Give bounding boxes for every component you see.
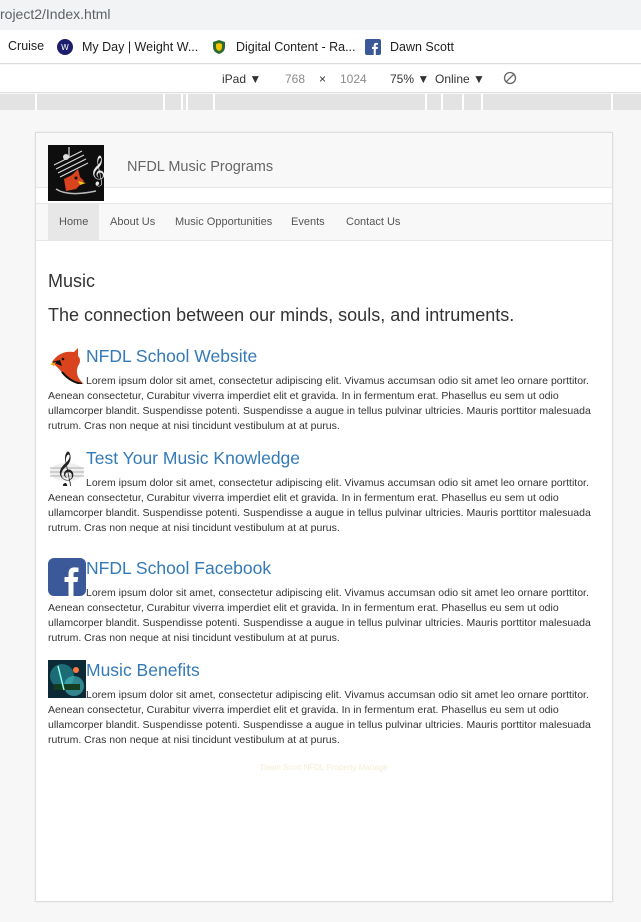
- main-navigation: Home About Us Music Opportunities Events…: [36, 203, 612, 241]
- site-brand[interactable]: NFDL Music Programs: [127, 159, 273, 175]
- viewport-height-input[interactable]: 1024: [340, 72, 367, 86]
- bookmark-digital-content[interactable]: Digital Content - Ra...: [211, 39, 356, 55]
- ww-logo-icon: W: [57, 39, 73, 55]
- page-title: Music: [48, 271, 96, 291]
- svg-text:W: W: [61, 43, 69, 52]
- media-query-ruler[interactable]: [0, 94, 641, 110]
- bookmark-dawn-scott[interactable]: Dawn Scott: [365, 39, 454, 55]
- device-select[interactable]: iPad ▼: [222, 72, 261, 86]
- music-logo-icon[interactable]: 𝄞: [48, 145, 104, 201]
- svg-text:𝄞: 𝄞: [90, 155, 104, 187]
- address-bar[interactable]: roject2/Index.html: [0, 0, 641, 30]
- section-music-benefits: Music Benefits Lorem ipsum dolor sit ame…: [48, 660, 593, 748]
- section-music-knowledge: 𝄞 Test Your Music Knowledge Lorem ipsum …: [48, 448, 593, 536]
- site-header: NFDL Music Programs: [36, 133, 612, 188]
- music-knowledge-link[interactable]: Test Your Music Knowledge: [86, 448, 300, 469]
- viewport-width-input[interactable]: 768: [285, 72, 305, 86]
- facebook-icon: [48, 558, 86, 596]
- page-subtitle: The connection between our minds, souls,…: [48, 305, 515, 325]
- url-text[interactable]: roject2/Index.html: [0, 6, 111, 22]
- facebook-icon: [365, 39, 381, 55]
- nav-contact-us[interactable]: Contact Us: [335, 204, 411, 241]
- music-photo-icon: [48, 660, 86, 698]
- section-school-facebook: NFDL School Facebook Lorem ipsum dolor s…: [48, 558, 593, 646]
- music-benefits-link[interactable]: Music Benefits: [86, 660, 200, 681]
- school-website-link[interactable]: NFDL School Website: [86, 346, 257, 367]
- section-school-website: NFDL School Website Lorem ipsum dolor si…: [48, 346, 593, 434]
- nav-about-us[interactable]: About Us: [99, 204, 166, 241]
- emulated-viewport: NFDL Music Programs 𝄞 Home About Us Musi…: [35, 132, 613, 902]
- school-facebook-link[interactable]: NFDL School Facebook: [86, 558, 271, 579]
- shield-icon: [213, 40, 225, 54]
- treble-clef-icon: 𝄞: [50, 450, 84, 486]
- rotate-icon[interactable]: [503, 71, 517, 85]
- nav-music-opportunities[interactable]: Music Opportunities: [164, 204, 283, 241]
- nav-events[interactable]: Events: [280, 204, 336, 241]
- site-footer: Dawn Scott NFDL Property Manage: [260, 763, 388, 772]
- bookmark-weight-watchers[interactable]: W My Day | Weight W...: [57, 39, 198, 55]
- svg-text:𝄞: 𝄞: [56, 450, 75, 486]
- bookmark-cruise[interactable]: Cruise: [8, 39, 44, 53]
- dimension-separator: ×: [319, 72, 327, 86]
- cardinal-icon: [50, 348, 84, 384]
- device-toolbar: iPad ▼ 768 × 1024 75% ▼ Online ▼: [0, 65, 641, 93]
- network-throttle-select[interactable]: Online ▼: [435, 72, 485, 86]
- bookmarks-bar: Cruise W My Day | Weight W... Digital Co…: [0, 30, 641, 64]
- nav-home[interactable]: Home: [48, 204, 100, 241]
- zoom-select[interactable]: 75% ▼: [390, 72, 429, 86]
